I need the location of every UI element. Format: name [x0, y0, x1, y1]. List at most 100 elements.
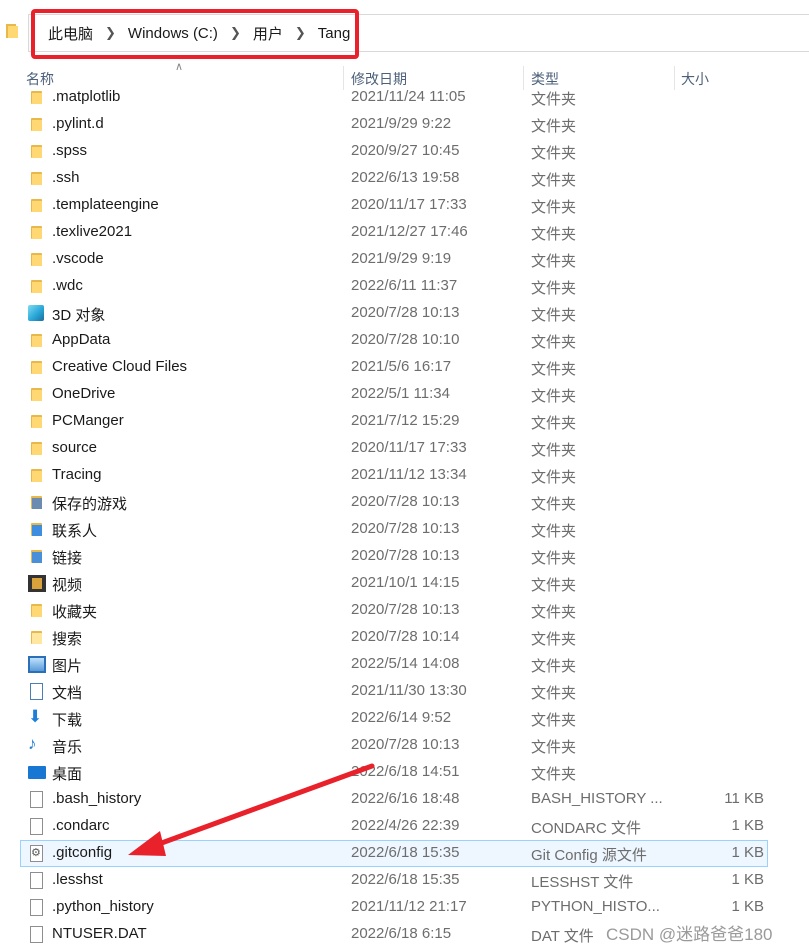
file-row[interactable]: .templateengine 2020/11/17 17:33 文件夹 [0, 192, 809, 219]
favorites-icon [28, 602, 46, 619]
file-row[interactable]: ⬇ 下载 2022/6/14 9:52 文件夹 [0, 705, 809, 732]
file-row[interactable]: ♪ 音乐 2020/7/28 10:13 文件夹 [0, 732, 809, 759]
file-date: 2022/6/18 6:15 [351, 925, 452, 942]
file-date: 2021/9/29 9:22 [351, 115, 452, 132]
file-row[interactable]: source 2020/11/17 17:33 文件夹 [0, 435, 809, 462]
file-row[interactable]: .vscode 2021/9/29 9:19 文件夹 [0, 246, 809, 273]
file-row[interactable]: PCManger 2021/7/12 15:29 文件夹 [0, 408, 809, 435]
file-row[interactable]: AppData 2020/7/28 10:10 文件夹 [0, 327, 809, 354]
folder-icon [28, 170, 46, 187]
file-row[interactable]: 收藏夹 2020/7/28 10:13 文件夹 [0, 597, 809, 624]
folder-icon [28, 278, 46, 295]
file-name: .matplotlib [52, 88, 121, 105]
saved-games-icon [28, 494, 46, 511]
file-row[interactable]: .condarc 2022/4/26 22:39 CONDARC 文件 1 KB [0, 813, 809, 840]
file-date: 2020/7/28 10:13 [351, 736, 460, 753]
file-name: 搜索 [52, 631, 83, 648]
file-type: 文件夹 [531, 685, 577, 702]
file-row[interactable]: 图片 2022/5/14 14:08 文件夹 [0, 651, 809, 678]
file-date: 2021/10/1 14:15 [351, 574, 460, 591]
file-type: 文件夹 [531, 604, 577, 621]
file-date: 2020/11/17 17:33 [351, 439, 467, 456]
file-name: 视频 [52, 577, 83, 594]
file-type: Git Config 源文件 [531, 847, 647, 864]
file-row[interactable]: 保存的游戏 2020/7/28 10:13 文件夹 [0, 489, 809, 516]
sort-ascending-icon: ∧ [175, 61, 184, 73]
file-row[interactable]: 3D 对象 2020/7/28 10:13 文件夹 [0, 300, 809, 327]
desktop-icon [28, 766, 46, 779]
file-name: .pylint.d [52, 115, 104, 132]
file-date: 2020/7/28 10:13 [351, 547, 460, 564]
file-row[interactable]: .lesshst 2022/6/18 15:35 LESSHST 文件 1 KB [0, 867, 809, 894]
file-type: 文件夹 [531, 253, 577, 270]
file-row[interactable]: .ssh 2022/6/13 19:58 文件夹 [0, 165, 809, 192]
file-date: 2021/11/24 11:05 [351, 88, 466, 105]
file-row[interactable]: OneDrive 2022/5/1 11:34 文件夹 [0, 381, 809, 408]
file-row[interactable]: .texlive2021 2021/12/27 17:46 文件夹 [0, 219, 809, 246]
file-row[interactable]: .wdc 2022/6/11 11:37 文件夹 [0, 273, 809, 300]
file-icon [30, 818, 43, 835]
file-type: 文件夹 [531, 469, 577, 486]
file-type: 文件夹 [531, 442, 577, 459]
file-name: .texlive2021 [52, 223, 133, 240]
file-type: 文件夹 [531, 145, 577, 162]
file-name: 音乐 [52, 739, 83, 756]
file-type: 文件夹 [531, 361, 577, 378]
folder-icon [28, 251, 46, 268]
file-date: 2021/11/30 13:30 [351, 682, 467, 699]
file-type: 文件夹 [531, 658, 577, 675]
file-name: .ssh [52, 169, 80, 186]
file-row[interactable]: .matplotlib 2021/11/24 11:05 文件夹 [0, 84, 809, 111]
file-name: .lesshst [52, 871, 103, 888]
file-date: 2020/7/28 10:13 [351, 601, 460, 618]
file-row[interactable]: 搜索 2020/7/28 10:14 文件夹 [0, 624, 809, 651]
folder-icon [28, 359, 46, 376]
file-name: .gitconfig [52, 844, 113, 861]
folder-icon [28, 116, 46, 133]
file-icon [30, 926, 43, 943]
videos-icon [28, 575, 46, 592]
address-bar-row: 此电脑 ❯ Windows (C:) ❯ 用户 ❯ Tang [0, 0, 809, 66]
file-row[interactable]: 桌面 2022/6/18 14:51 文件夹 [0, 759, 809, 786]
file-date: 2021/12/27 17:46 [351, 223, 468, 240]
file-name: .bash_history [52, 790, 142, 807]
links-icon [28, 548, 46, 565]
file-type: 文件夹 [531, 91, 577, 108]
file-row[interactable]: .python_history 2021/11/12 21:17 PYTHON_HI… [0, 894, 809, 921]
file-name: 3D 对象 [52, 307, 106, 324]
file-name: 联系人 [52, 523, 98, 540]
folder-icon [28, 143, 46, 160]
config-file-icon [30, 845, 43, 862]
file-type: CONDARC 文件 [531, 820, 642, 837]
file-name: 收藏夹 [52, 604, 98, 621]
file-date: 2022/6/18 15:35 [351, 844, 460, 861]
file-size: 1 KB [731, 871, 764, 888]
file-row[interactable]: .bash_history 2022/6/16 18:48 BASH_HISTORY… [0, 786, 809, 813]
file-name: 保存的游戏 [52, 496, 128, 513]
contacts-icon [28, 521, 46, 538]
file-row[interactable]: Tracing 2021/11/12 13:34 文件夹 [0, 462, 809, 489]
folder-icon [28, 467, 46, 484]
file-row[interactable]: .pylint.d 2021/9/29 9:22 文件夹 [0, 111, 809, 138]
searches-icon [28, 629, 46, 646]
file-name: 图片 [52, 658, 83, 675]
file-name: 链接 [52, 550, 83, 567]
file-type: 文件夹 [531, 307, 577, 324]
file-row[interactable]: Creative Cloud Files 2021/5/6 16:17 文件夹 [0, 354, 809, 381]
file-row[interactable]: .gitconfig 2022/6/18 15:35 Git Config 源文件 1… [0, 840, 809, 867]
file-date: 2022/6/13 19:58 [351, 169, 460, 186]
file-date: 2022/4/26 22:39 [351, 817, 460, 834]
file-type: 文件夹 [531, 118, 577, 135]
file-date: 2022/6/14 9:52 [351, 709, 452, 726]
file-row[interactable]: 链接 2020/7/28 10:13 文件夹 [0, 543, 809, 570]
file-row[interactable]: 联系人 2020/7/28 10:13 文件夹 [0, 516, 809, 543]
folder-icon [28, 224, 46, 241]
watermark: CSDN @迷路爸爸180 [606, 925, 773, 944]
file-name: 桌面 [52, 766, 83, 783]
file-row[interactable]: 视频 2021/10/1 14:15 文件夹 [0, 570, 809, 597]
file-size: 11 KB [724, 790, 764, 807]
file-row[interactable]: 文档 2021/11/30 13:30 文件夹 [0, 678, 809, 705]
file-name: OneDrive [52, 385, 116, 402]
file-row[interactable]: .spss 2020/9/27 10:45 文件夹 [0, 138, 809, 165]
file-date: 2020/7/28 10:13 [351, 304, 460, 321]
